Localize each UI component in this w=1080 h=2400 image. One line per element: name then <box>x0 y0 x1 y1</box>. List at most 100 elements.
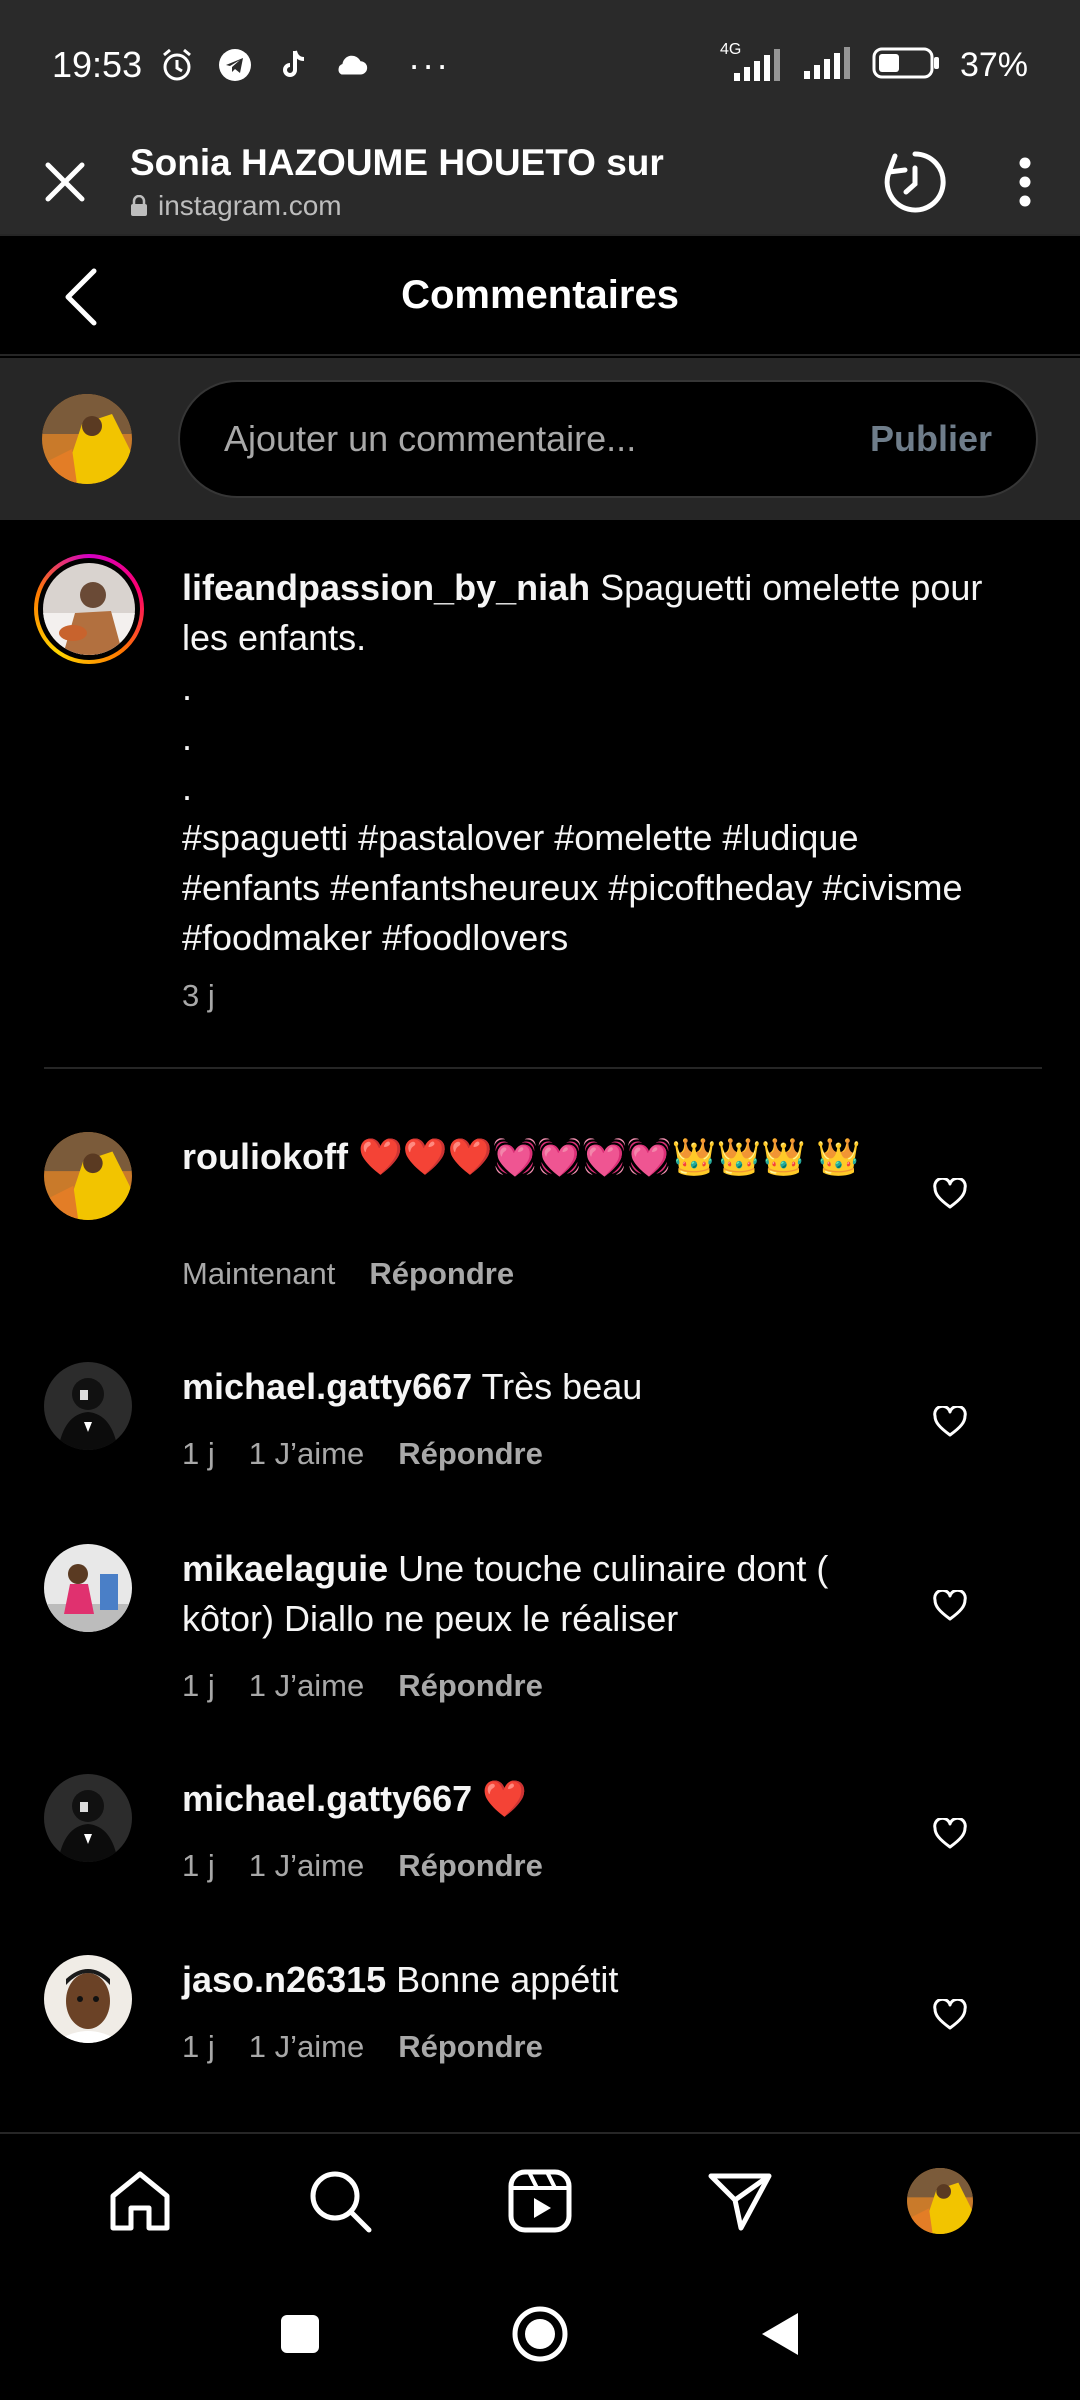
caption-hashtags[interactable]: #spaguetti #pastalover #omelette #ludiqu… <box>182 813 1002 963</box>
comment-username[interactable]: michael.gatty667 <box>182 1778 472 1819</box>
close-icon <box>45 162 85 202</box>
tiktok-icon <box>274 46 312 84</box>
heart-outline-icon <box>933 1406 967 1437</box>
comment-time: Maintenant <box>182 1256 336 1291</box>
reply-button[interactable]: Répondre <box>398 1848 543 1884</box>
status-bar: 19:53 ··· 4G 37% <box>0 0 1080 130</box>
back-arrow-icon <box>65 268 97 326</box>
reply-button[interactable]: Répondre <box>398 1436 543 1472</box>
tab-info: Sonia HAZOUME HOUETO sur instagram.com <box>130 142 870 222</box>
back-system-button[interactable] <box>740 2294 820 2374</box>
comment-username[interactable]: rouliokoff <box>182 1136 348 1177</box>
cloud-icon <box>332 46 370 84</box>
custom-tab-toolbar: Sonia HAZOUME HOUETO sur instagram.com <box>0 130 1080 234</box>
heart-outline-icon <box>933 1590 967 1621</box>
history-icon <box>884 151 946 213</box>
comment-body: michael.gatty667 ❤️ <box>182 1774 882 1824</box>
caption-timestamp: 3 j <box>182 978 215 1013</box>
caption-dot: . <box>182 667 193 708</box>
commenter-avatar[interactable] <box>44 1955 132 2043</box>
nav-search[interactable] <box>300 2161 380 2241</box>
recents-icon <box>281 2315 319 2353</box>
comment-likes[interactable]: 1 J’aime <box>249 1848 364 1884</box>
commenter-avatar[interactable] <box>44 1774 132 1862</box>
comment-composer: Ajouter un commentaire... Publier <box>0 358 1080 520</box>
heart-outline-icon <box>933 1178 967 1209</box>
post-caption: lifeandpassion_by_niah Spaguetti omelett… <box>182 563 1002 963</box>
like-button[interactable] <box>930 1586 970 1626</box>
like-button[interactable] <box>930 1995 970 2035</box>
comment-likes[interactable]: 1 J’aime <box>249 1436 364 1472</box>
signal-4g-icon: 4G <box>720 41 784 83</box>
commenter-avatar[interactable] <box>44 1362 132 1450</box>
comments-header: Commentaires <box>0 234 1080 356</box>
commenter-avatar[interactable] <box>44 1544 132 1632</box>
comment-meta: 1 j 1 J’aime Répondre <box>182 1848 543 1884</box>
publish-button[interactable]: Publier <box>870 418 992 460</box>
current-user-avatar <box>42 394 132 484</box>
home-circle-icon <box>512 2306 568 2362</box>
comment-username[interactable]: jaso.n26315 <box>182 1959 386 2000</box>
comment-input-placeholder: Ajouter un commentaire... <box>224 418 637 459</box>
commenter-avatar[interactable] <box>44 1132 132 1220</box>
comment-meta: Maintenant Répondre <box>182 1256 514 1292</box>
history-button[interactable] <box>870 130 960 234</box>
bottom-navigation <box>0 2132 1080 2268</box>
url-text: instagram.com <box>158 190 342 221</box>
alarm-icon <box>158 46 196 84</box>
recents-button[interactable] <box>260 2294 340 2374</box>
nav-profile[interactable] <box>900 2161 980 2241</box>
comment-body: rouliokoff ❤️❤️❤️💓💓💓💓👑👑👑 👑 <box>182 1132 882 1182</box>
nav-reels[interactable] <box>500 2161 580 2241</box>
comment-body: michael.gatty667 Très beau <box>182 1362 882 1412</box>
comment-meta: 1 j 1 J’aime Répondre <box>182 2029 543 2065</box>
reply-button[interactable]: Répondre <box>398 1668 543 1704</box>
nav-direct[interactable] <box>700 2161 780 2241</box>
network-label: 4G <box>719 41 742 58</box>
comment-text: Bonne appétit <box>386 1959 619 2000</box>
reply-button[interactable]: Répondre <box>369 1256 514 1292</box>
home-system-button[interactable] <box>500 2294 580 2374</box>
comment-username[interactable]: michael.gatty667 <box>182 1366 472 1407</box>
menu-button[interactable] <box>990 130 1060 234</box>
caption-username[interactable]: lifeandpassion_by_niah <box>182 567 590 608</box>
more-vert-icon <box>1019 157 1031 207</box>
caption-dot: . <box>182 717 193 758</box>
battery-percent: 37% <box>959 45 1028 84</box>
comment-time: 1 j <box>182 1848 215 1883</box>
direct-icon <box>708 2173 772 2231</box>
tab-url: instagram.com <box>130 190 870 222</box>
nav-home[interactable] <box>100 2161 180 2241</box>
comment-meta: 1 j 1 J’aime Répondre <box>182 1668 543 1704</box>
system-navigation <box>0 2268 1080 2400</box>
heart-outline-icon <box>933 1818 967 1849</box>
search-icon <box>310 2171 372 2233</box>
comment-time: 1 j <box>182 1668 215 1703</box>
back-triangle-icon <box>762 2313 798 2355</box>
comment-time: 1 j <box>182 1436 215 1471</box>
lock-icon <box>131 195 147 216</box>
divider <box>44 1067 1042 1069</box>
comment-likes[interactable]: 1 J’aime <box>249 2029 364 2065</box>
comment-text: Très beau <box>472 1366 643 1407</box>
profile-avatar <box>907 2168 973 2234</box>
comment-body: jaso.n26315 Bonne appétit <box>182 1955 882 2005</box>
reply-button[interactable]: Répondre <box>398 2029 543 2065</box>
comment-input[interactable]: Ajouter un commentaire... Publier <box>178 380 1038 498</box>
like-button[interactable] <box>930 1814 970 1854</box>
status-time: 19:53 <box>52 44 143 85</box>
post-author-avatar[interactable] <box>34 554 144 664</box>
back-button[interactable] <box>50 266 110 328</box>
comment-username[interactable]: mikaelaguie <box>182 1548 388 1589</box>
comment-text: ❤️❤️❤️💓💓💓💓👑👑👑 👑 <box>347 1136 862 1177</box>
more-notifications: ··· <box>408 44 451 85</box>
comment-time: 1 j <box>182 2029 215 2064</box>
like-button[interactable] <box>930 1402 970 1442</box>
close-button[interactable] <box>0 130 130 234</box>
page-title: Commentaires <box>401 272 679 317</box>
comment-likes[interactable]: 1 J’aime <box>249 1668 364 1704</box>
comment-body: mikaelaguie Une touche culinaire dont ( … <box>182 1544 882 1644</box>
like-button[interactable] <box>930 1174 970 1214</box>
tab-title: Sonia HAZOUME HOUETO sur <box>130 142 664 183</box>
comment-meta: 1 j 1 J’aime Répondre <box>182 1436 543 1472</box>
